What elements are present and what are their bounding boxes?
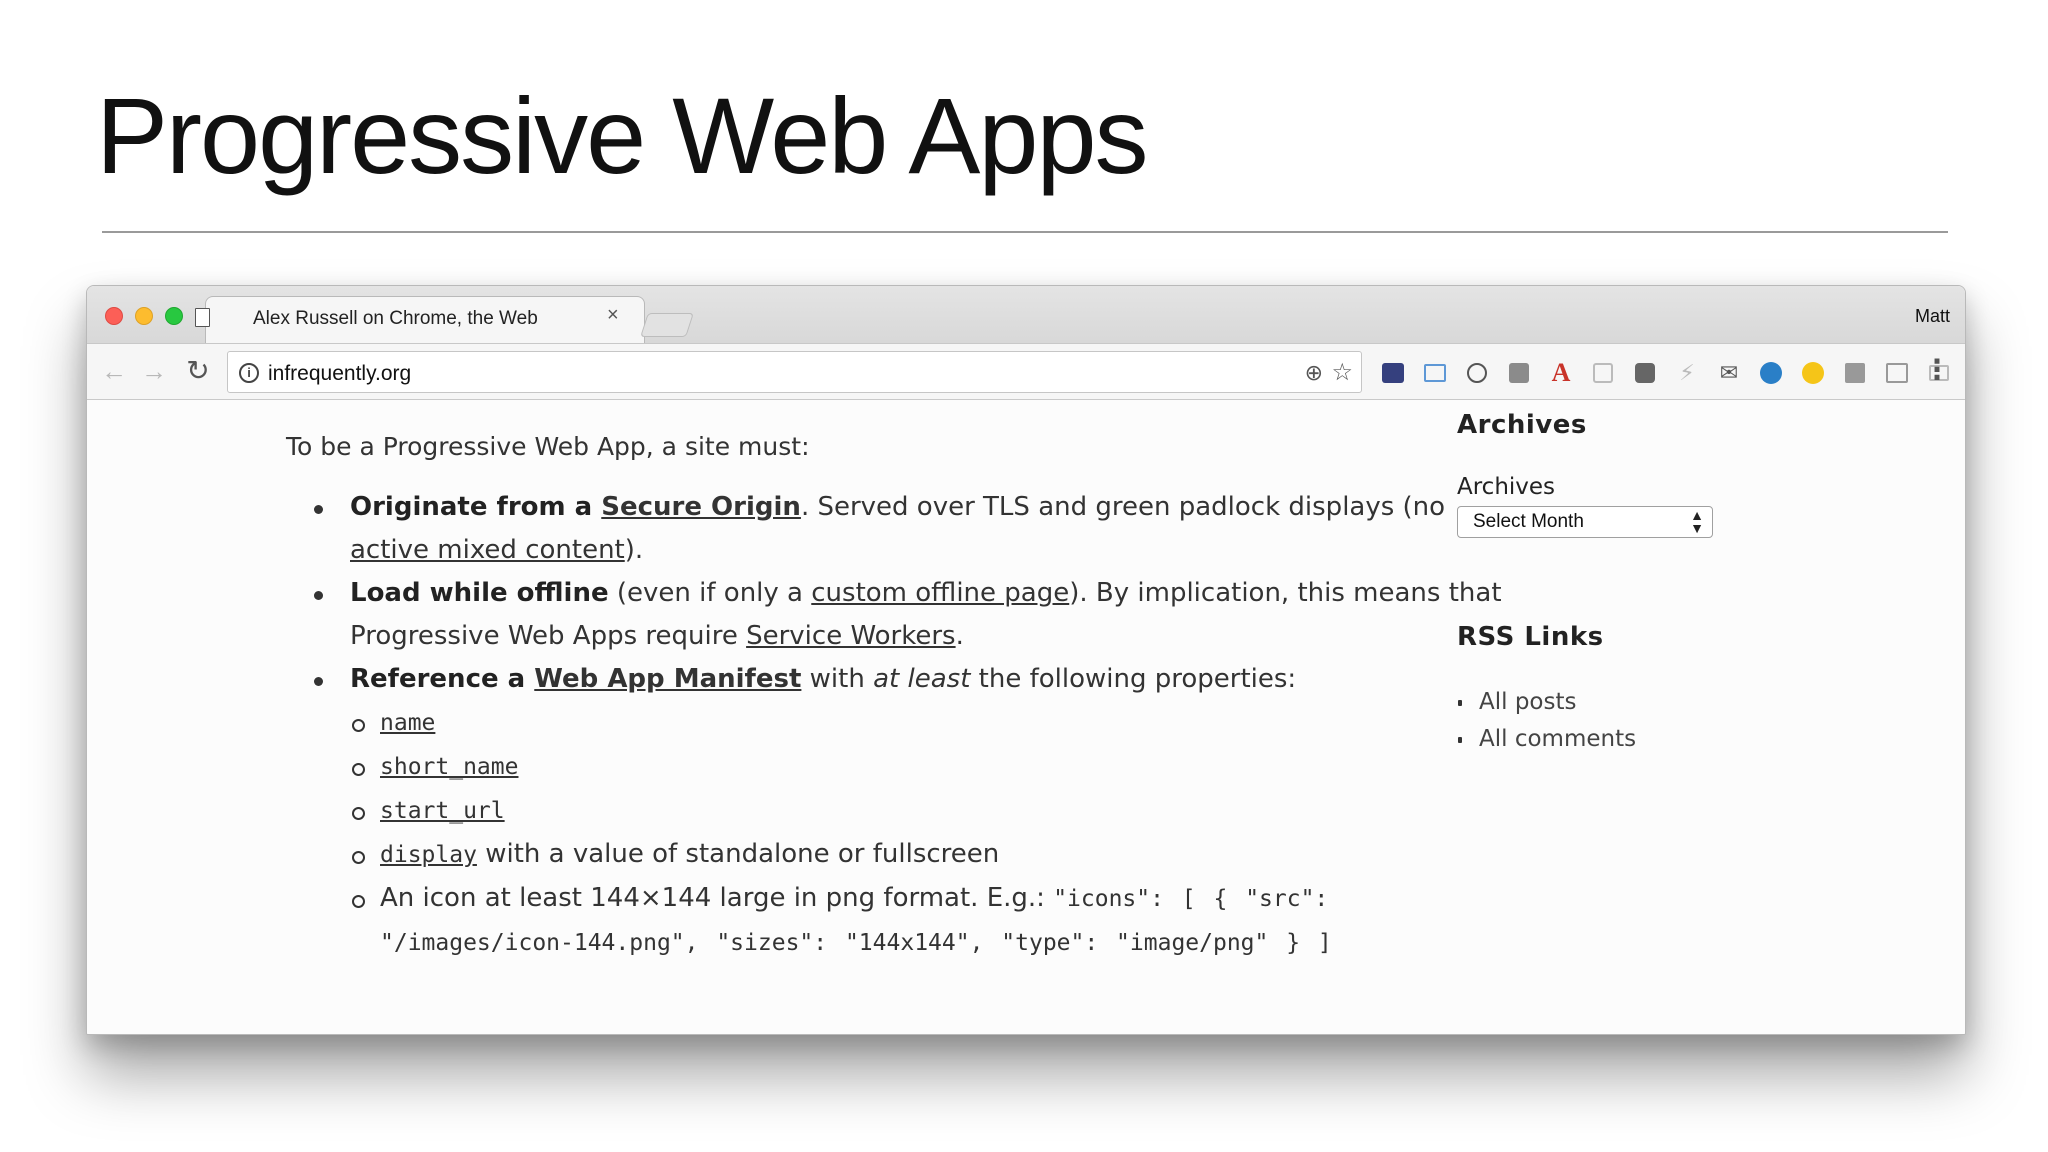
name-link[interactable]: name bbox=[380, 710, 435, 736]
select-arrows-icon: ▲ ▼ bbox=[1690, 507, 1704, 536]
list-item: Load while offline (even if only a custo… bbox=[307, 572, 1517, 658]
tab-bar: Alex Russell on Chrome, the Web × Matt bbox=[87, 286, 1965, 344]
start-url-link[interactable]: start_url bbox=[380, 798, 505, 824]
sidebar: Archives Archives Select Month ▲ ▼ RSS Li… bbox=[1457, 410, 1887, 758]
item-text: . bbox=[955, 621, 964, 651]
item-bold-text: Load while offline bbox=[350, 578, 609, 608]
menu-icon[interactable]: ⋮ bbox=[1923, 356, 1951, 384]
extension-icon-2[interactable] bbox=[1420, 358, 1450, 388]
requirements-list: Originate from a Secure Origin. Served o… bbox=[307, 486, 1517, 965]
tab-close-icon[interactable]: × bbox=[607, 305, 619, 325]
extension-icon-5[interactable]: A bbox=[1546, 358, 1576, 388]
archives-label: Archives bbox=[1457, 474, 1556, 500]
web-page: To be a Progressive Web App, a site must… bbox=[87, 400, 1965, 1034]
extension-icon-7[interactable] bbox=[1630, 358, 1660, 388]
icon-requirement-text: An icon at least 144×144 large in png fo… bbox=[380, 883, 1054, 913]
extension-icon-9[interactable]: ✉ bbox=[1714, 358, 1744, 388]
extension-icon-10[interactable] bbox=[1756, 358, 1786, 388]
extension-icon-8[interactable]: ⚡ bbox=[1672, 358, 1702, 388]
reload-icon[interactable]: ↻ bbox=[183, 356, 213, 386]
extension-icon-6[interactable] bbox=[1588, 358, 1618, 388]
secure-origin-link[interactable]: Secure Origin bbox=[601, 492, 801, 522]
rss-link[interactable]: All posts bbox=[1479, 689, 1576, 715]
manifest-properties-list: name short_name start_url display with a… bbox=[350, 701, 1517, 965]
bookmark-star-icon[interactable]: ☆ bbox=[1331, 358, 1353, 387]
rss-heading: RSS Links bbox=[1457, 622, 1604, 652]
property-item: An icon at least 144×144 large in png fo… bbox=[350, 877, 1517, 965]
slide: Progressive Web Apps Alex Russell on Chr… bbox=[0, 0, 2048, 1152]
info-icon[interactable]: i bbox=[239, 363, 259, 383]
url-text[interactable]: infrequently.org bbox=[268, 362, 411, 386]
rss-link-item[interactable]: All posts bbox=[1457, 684, 1887, 721]
title-divider bbox=[102, 231, 1948, 233]
rss-link-item[interactable]: All comments bbox=[1457, 721, 1887, 758]
web-app-manifest-link[interactable]: Web App Manifest bbox=[534, 664, 801, 694]
address-bar[interactable]: i infrequently.org ⊕ ☆ bbox=[227, 351, 1362, 393]
slide-title: Progressive Web Apps bbox=[96, 75, 1149, 196]
property-text: with a value of standalone or fullscreen bbox=[476, 839, 1000, 869]
back-arrow-icon[interactable]: ← bbox=[99, 356, 129, 386]
forward-arrow-icon[interactable]: → bbox=[139, 356, 169, 386]
property-item: start_url bbox=[350, 789, 1517, 833]
document-icon bbox=[195, 308, 210, 327]
service-workers-link[interactable]: Service Workers bbox=[746, 621, 956, 651]
extension-icon-1[interactable] bbox=[1378, 358, 1408, 388]
extension-icon-3[interactable] bbox=[1462, 358, 1492, 388]
new-tab-button[interactable] bbox=[640, 313, 694, 337]
extension-icon-12[interactable] bbox=[1840, 358, 1870, 388]
item-text: . Served over TLS and green padlock disp… bbox=[800, 492, 1446, 522]
item-text: ). bbox=[624, 535, 644, 565]
item-bold-text: Reference a bbox=[350, 664, 535, 694]
display-link[interactable]: display bbox=[380, 842, 477, 868]
custom-offline-page-link[interactable]: custom offline page bbox=[811, 578, 1069, 608]
maximize-window-button[interactable] bbox=[165, 307, 183, 325]
close-window-button[interactable] bbox=[105, 307, 123, 325]
archives-heading: Archives bbox=[1457, 410, 1587, 440]
extension-icons: A ⚡ ✉ bbox=[1378, 358, 1965, 388]
rss-link[interactable]: All comments bbox=[1479, 726, 1636, 752]
rss-links-list: All posts All comments bbox=[1457, 684, 1887, 758]
property-item: short_name bbox=[350, 745, 1517, 789]
tab-title: Alex Russell on Chrome, the Web bbox=[253, 308, 538, 329]
item-text: the following properties: bbox=[970, 664, 1297, 694]
intro-text: To be a Progressive Web App, a site must… bbox=[286, 432, 810, 461]
minimize-window-button[interactable] bbox=[135, 307, 153, 325]
extension-icon-4[interactable] bbox=[1504, 358, 1534, 388]
active-mixed-content-link[interactable]: active mixed content bbox=[350, 535, 625, 565]
select-value: Select Month bbox=[1473, 511, 1584, 532]
extension-icon-13[interactable] bbox=[1882, 358, 1912, 388]
zoom-icon[interactable]: ⊕ bbox=[1305, 360, 1323, 386]
short-name-link[interactable]: short_name bbox=[380, 754, 518, 780]
property-item: name bbox=[350, 701, 1517, 745]
item-text: (even if only a bbox=[608, 578, 812, 608]
item-bold-text: Originate from a bbox=[350, 492, 602, 522]
item-italic-text: at least bbox=[873, 664, 971, 694]
archives-select[interactable]: Select Month ▲ ▼ bbox=[1457, 506, 1713, 538]
browser-toolbar: ← → ↻ i infrequently.org ⊕ ☆ A ⚡ ✉ ⋮ bbox=[87, 343, 1965, 400]
list-item: Originate from a Secure Origin. Served o… bbox=[307, 486, 1517, 572]
item-text: with bbox=[801, 664, 874, 694]
property-item: display with a value of standalone or fu… bbox=[350, 833, 1517, 877]
profile-name[interactable]: Matt bbox=[1915, 306, 1950, 327]
browser-window: Alex Russell on Chrome, the Web × Matt ←… bbox=[86, 285, 1966, 1035]
list-item: Reference a Web App Manifest with at lea… bbox=[307, 658, 1517, 965]
extension-icon-11[interactable] bbox=[1798, 358, 1828, 388]
